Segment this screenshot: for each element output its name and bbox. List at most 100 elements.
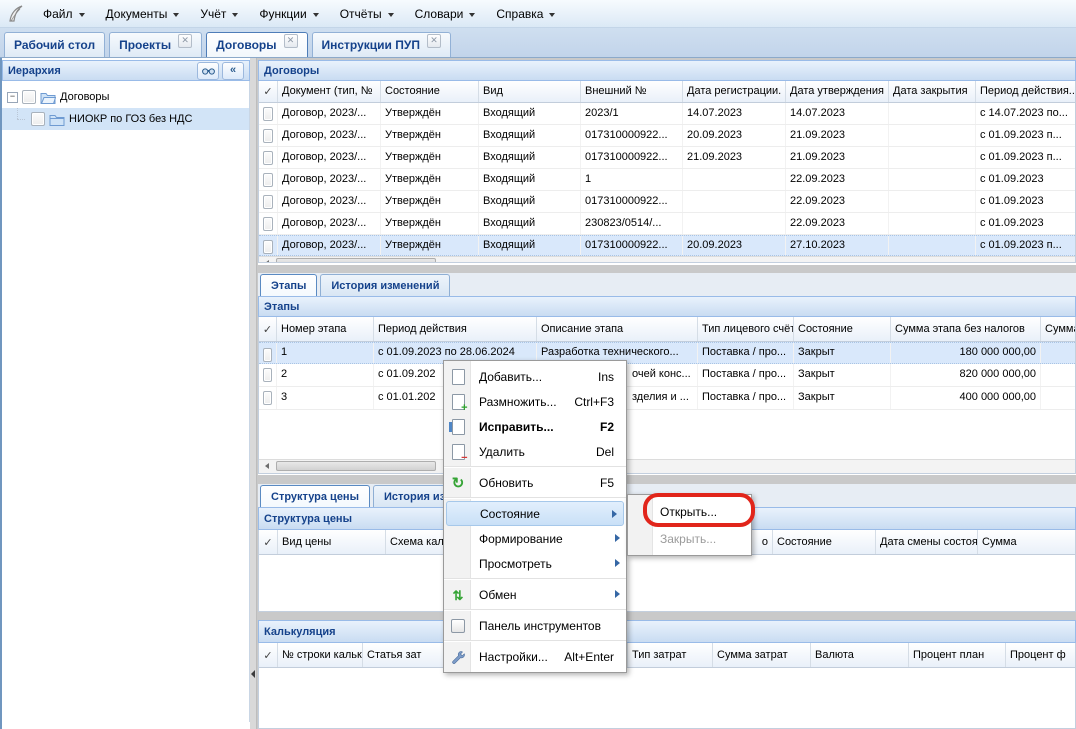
table-row-selected[interactable]: 1 с 01.09.2023 по 28.06.2024 Разработка … [259, 342, 1075, 364]
row-checkbox[interactable] [263, 129, 273, 143]
column-header[interactable]: Дата смены состоя [876, 530, 978, 554]
contracts-panel-header: Договоры [258, 60, 1076, 81]
menu-item-refresh[interactable]: ↻ Обновить F5 [444, 470, 626, 495]
column-header[interactable]: Дата закрытия [889, 81, 976, 102]
cell-period: с 01.09.2023 [976, 191, 1075, 212]
tab-desktop[interactable]: Рабочий стол [4, 32, 105, 57]
column-header[interactable]: Описание этапа [537, 317, 698, 341]
table-row[interactable]: Договор, 2023/... Утверждён Входящий 017… [259, 147, 1075, 169]
menu-documents[interactable]: Документы [97, 3, 192, 25]
scroll-left-button[interactable] [259, 460, 274, 472]
tab-change-history[interactable]: История изменений [320, 274, 450, 296]
column-header[interactable]: Сумма затрат [713, 643, 811, 667]
column-header[interactable]: № строки калькул [278, 643, 363, 667]
column-header[interactable]: Валюта [811, 643, 909, 667]
row-checkbox[interactable] [263, 391, 272, 405]
horizontal-scrollbar[interactable] [259, 256, 1075, 263]
row-checkbox[interactable] [263, 348, 272, 362]
column-header[interactable]: Тип затрат [628, 643, 713, 667]
tree-checkbox[interactable] [31, 112, 45, 126]
tab-projects[interactable]: Проекты✕ [109, 32, 202, 57]
column-header[interactable]: Сумма этапа без налогов [891, 317, 1041, 341]
column-header[interactable]: Процент план [909, 643, 1006, 667]
menu-item-duplicate[interactable]: + Размножить... Ctrl+F3 [444, 389, 626, 414]
menu-item-add[interactable]: Добавить... Ins [444, 364, 626, 389]
scrollbar-thumb[interactable] [276, 258, 436, 263]
column-header-check[interactable]: ✓ [259, 530, 278, 554]
row-checkbox[interactable] [263, 107, 273, 121]
table-row[interactable]: Договор, 2023/... Утверждён Входящий 017… [259, 125, 1075, 147]
column-header[interactable]: Дата утверждения [786, 81, 889, 102]
row-checkbox[interactable] [263, 151, 273, 165]
menu-accounting[interactable]: Учёт [191, 3, 250, 25]
horizontal-scrollbar[interactable] [259, 459, 1075, 473]
tab-contracts[interactable]: Договоры ✕ [206, 32, 307, 57]
menu-item-view[interactable]: Просмотреть [444, 551, 626, 576]
column-header[interactable]: Вид цены [278, 530, 386, 554]
vertical-splitter[interactable] [250, 58, 257, 729]
tree-checkbox[interactable] [22, 90, 36, 104]
cell-document: Договор, 2023/... [278, 125, 381, 146]
cell-state: Утверждён [381, 125, 479, 146]
close-icon[interactable]: ✕ [427, 34, 441, 48]
table-row[interactable]: Договор, 2023/... Утверждён Входящий 202… [259, 103, 1075, 125]
menu-help[interactable]: Справка [487, 3, 567, 25]
column-header[interactable]: Тип лицевого счёт [698, 317, 794, 341]
column-header[interactable]: Состояние [381, 81, 479, 102]
tab-pup-instructions[interactable]: Инструкции ПУП✕ [312, 32, 451, 57]
menu-file[interactable]: Файл [34, 3, 97, 25]
tree-node-niokr[interactable]: НИОКР по ГОЗ без НДС [2, 108, 249, 130]
table-row[interactable]: 3 с 01.01.202 зделия и ... Поставка / пр… [259, 387, 1075, 410]
column-header[interactable]: Состояние [773, 530, 876, 554]
table-row-selected[interactable]: Договор, 2023/... Утверждён Входящий 017… [259, 235, 1075, 256]
column-header[interactable]: Документ (тип, № [278, 81, 381, 102]
table-row[interactable]: Договор, 2023/... Утверждён Входящий 1 2… [259, 169, 1075, 191]
row-checkbox[interactable] [263, 368, 272, 382]
menu-item-formation[interactable]: Формирование [444, 526, 626, 551]
splitter-collapse-icon[interactable] [251, 670, 255, 678]
row-checkbox[interactable] [263, 217, 273, 231]
shortcut-label: Del [596, 445, 618, 459]
menu-item-toolbar[interactable]: Панель инструментов [444, 613, 626, 638]
column-header-check[interactable]: ✓ [259, 81, 278, 102]
menu-item-settings[interactable]: Настройки... Alt+Enter [444, 644, 626, 669]
tab-price-structure[interactable]: Структура цены [260, 485, 370, 507]
table-row[interactable]: Договор, 2023/... Утверждён Входящий 230… [259, 213, 1075, 235]
cell-account-type: Поставка / про... [698, 364, 794, 386]
column-header[interactable]: Дата регистрации. [683, 81, 786, 102]
close-icon[interactable]: ✕ [178, 34, 192, 48]
column-header[interactable]: Сумма [1041, 317, 1075, 341]
row-checkbox[interactable] [263, 195, 273, 209]
menu-dictionaries[interactable]: Словари [406, 3, 488, 25]
tab-stages[interactable]: Этапы [260, 274, 317, 296]
menu-item-edit[interactable]: Исправить... F2 [444, 414, 626, 439]
scrollbar-thumb[interactable] [276, 461, 436, 471]
column-header[interactable]: Внешний № [581, 81, 683, 102]
column-header[interactable]: Период действия [374, 317, 537, 341]
menu-item-delete[interactable]: − Удалить Del [444, 439, 626, 464]
column-header[interactable]: Сумма [978, 530, 1075, 554]
column-header[interactable]: Вид [479, 81, 581, 102]
close-icon[interactable]: ✕ [284, 34, 298, 48]
tree-node-contracts[interactable]: − Договоры [2, 86, 249, 108]
column-header-check[interactable]: ✓ [259, 317, 277, 341]
menu-functions[interactable]: Функции [250, 3, 330, 25]
column-header-check[interactable]: ✓ [259, 643, 278, 667]
collapse-node-icon[interactable]: − [7, 92, 18, 103]
row-checkbox[interactable] [263, 240, 273, 254]
column-header[interactable]: Состояние [794, 317, 891, 341]
column-header[interactable]: Процент ф [1006, 643, 1075, 667]
tab-label: Договоры [216, 38, 276, 52]
menu-item-state[interactable]: Состояние [446, 501, 624, 526]
menu-reports[interactable]: Отчёты [331, 3, 406, 25]
table-row[interactable]: Договор, 2023/... Утверждён Входящий 017… [259, 191, 1075, 213]
column-header[interactable]: Период действия... [976, 81, 1075, 102]
menu-item-exchange[interactable]: ⇅ Обмен [444, 582, 626, 607]
row-checkbox[interactable] [263, 173, 273, 187]
collapse-panel-button[interactable]: « [222, 62, 244, 80]
column-header[interactable]: Номер этапа [277, 317, 374, 341]
search-button[interactable] [197, 62, 219, 80]
scroll-left-button[interactable] [259, 257, 274, 263]
cell-document: Договор, 2023/... [278, 103, 381, 124]
table-row[interactable]: 2 с 01.09.202 очей конс... Поставка / пр… [259, 364, 1075, 387]
